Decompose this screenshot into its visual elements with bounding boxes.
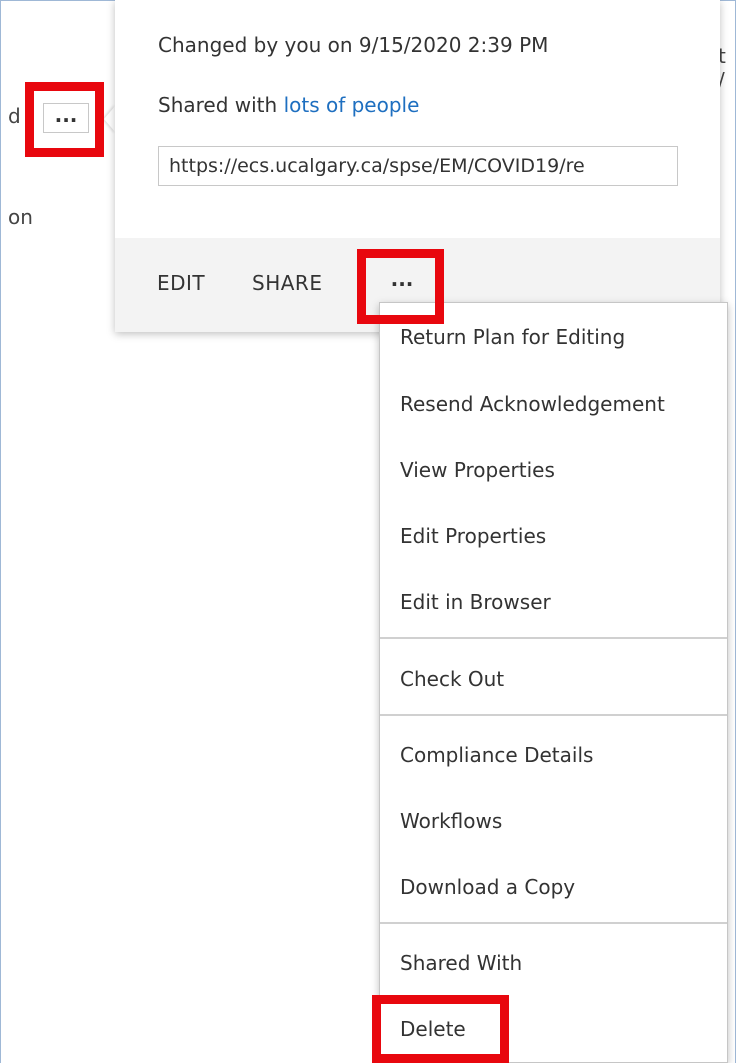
share-button[interactable]: SHARE — [252, 271, 322, 295]
changed-by-text: Changed by you on 9/15/2020 2:39 PM — [158, 33, 549, 57]
more-options-button[interactable]: ... — [375, 266, 429, 300]
document-callout: Changed by you on 9/15/2020 2:39 PM Shar… — [115, 0, 720, 332]
menu-item-resend-acknowledgement[interactable]: Resend Acknowledgement — [380, 374, 727, 434]
menu-item-edit-properties[interactable]: Edit Properties — [380, 506, 727, 566]
shared-with-link[interactable]: lots of people — [284, 93, 420, 117]
menu-item-edit-in-browser[interactable]: Edit in Browser — [380, 572, 727, 632]
menu-item-check-out[interactable]: Check Out — [380, 649, 727, 709]
menu-item-delete[interactable]: Delete — [380, 999, 727, 1059]
edit-button[interactable]: EDIT — [157, 271, 205, 295]
shared-with-prefix: Shared with — [158, 93, 284, 117]
menu-divider — [380, 637, 727, 639]
background-row-text: t / — [718, 44, 726, 92]
menu-item-shared-with[interactable]: Shared With — [380, 933, 727, 993]
menu-item-view-properties[interactable]: View Properties — [380, 440, 727, 500]
context-menu: Return Plan for Editing Resend Acknowled… — [379, 302, 728, 1063]
background-row-text: d — [8, 104, 21, 128]
menu-item-compliance-details[interactable]: Compliance Details — [380, 725, 727, 785]
shared-with-text: Shared with lots of people — [158, 93, 419, 117]
menu-divider — [380, 714, 727, 716]
document-url-field[interactable] — [158, 146, 678, 186]
menu-item-workflows[interactable]: Workflows — [380, 791, 727, 851]
menu-item-return-plan-for-editing[interactable]: Return Plan for Editing — [380, 307, 727, 367]
row-more-options-button[interactable]: ... — [43, 103, 89, 133]
menu-divider — [380, 922, 727, 924]
menu-item-download-a-copy[interactable]: Download a Copy — [380, 857, 727, 917]
background-row-text: on — [8, 205, 33, 229]
